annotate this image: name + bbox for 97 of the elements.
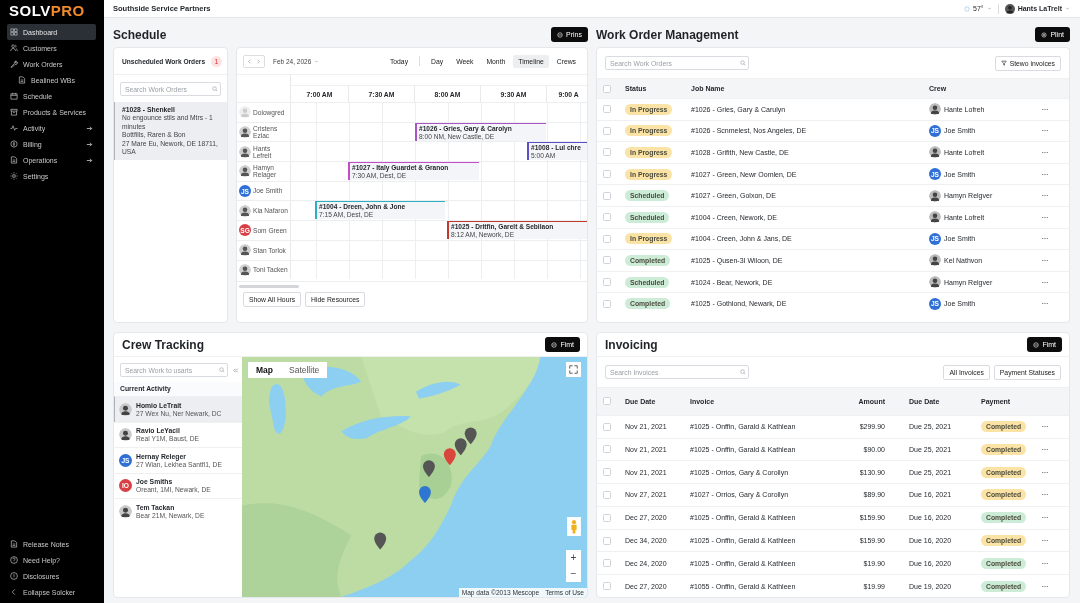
checkbox[interactable] (603, 490, 611, 499)
checkbox[interactable] (603, 191, 611, 200)
checkbox[interactable] (603, 213, 611, 222)
section-title: Crew Tracking (122, 337, 205, 352)
chevron-icon (10, 588, 18, 596)
avatar-icon (239, 204, 251, 217)
coin-icon (10, 140, 18, 148)
avatar-icon (929, 146, 941, 159)
help-icon (10, 556, 18, 564)
search-icon (740, 60, 746, 66)
avatar-icon (929, 276, 941, 289)
document-icon (18, 76, 26, 84)
avatar-icon (239, 145, 251, 158)
checkbox[interactable] (603, 422, 611, 431)
info-icon (10, 572, 18, 580)
user-avatar-icon[interactable] (1004, 3, 1015, 14)
fullscreen-icon[interactable] (566, 362, 581, 377)
avatar-icon (239, 106, 251, 119)
arrow-icon (86, 124, 93, 132)
print-icon (557, 31, 564, 38)
avatar-icon (929, 254, 941, 267)
collapse-icon[interactable] (232, 366, 239, 374)
pulse-icon (10, 124, 18, 132)
caret-icon (314, 58, 320, 64)
checkbox[interactable] (603, 397, 611, 406)
avatar-icon (929, 189, 941, 202)
print-icon (551, 341, 558, 348)
section-title: Invoicing (605, 337, 658, 352)
calendar-icon (10, 92, 18, 100)
document-icon (10, 540, 18, 548)
arrow-icon (86, 140, 93, 148)
more-icon[interactable] (1041, 172, 1049, 176)
previous-icon[interactable] (246, 57, 253, 65)
date-nav[interactable] (243, 54, 265, 68)
more-icon[interactable] (1041, 151, 1049, 154)
grid-icon (10, 28, 18, 36)
checkbox[interactable] (603, 84, 611, 93)
more-icon[interactable] (1041, 493, 1049, 497)
more-icon[interactable] (1041, 516, 1049, 520)
section-title: Work Order Management (596, 27, 739, 42)
more-icon[interactable] (1041, 215, 1049, 219)
avatar-icon (119, 428, 132, 442)
avatar-icon (119, 504, 132, 518)
people-icon (10, 44, 18, 52)
checkbox[interactable] (603, 582, 611, 591)
more-icon[interactable] (1041, 470, 1049, 474)
checkbox[interactable] (603, 536, 611, 545)
checkbox[interactable] (603, 148, 611, 157)
avatar-icon (239, 244, 251, 257)
avatar-icon (929, 103, 941, 116)
checkbox[interactable] (603, 126, 611, 135)
search-icon (219, 367, 225, 373)
wrench-icon (10, 60, 18, 68)
more-icon[interactable] (1041, 302, 1049, 306)
checkbox[interactable] (603, 256, 611, 265)
avatar-icon (929, 211, 941, 224)
more-icon[interactable] (1041, 425, 1049, 429)
avatar-icon (239, 126, 251, 139)
more-icon[interactable] (1041, 107, 1049, 111)
avatar-icon (119, 402, 132, 416)
caret-icon (1065, 6, 1070, 11)
more-icon[interactable] (1041, 539, 1049, 543)
document-icon (10, 156, 18, 164)
checkbox[interactable] (603, 105, 611, 114)
settings-icon (1041, 31, 1048, 38)
search-icon (740, 369, 746, 375)
settings-icon (10, 172, 18, 180)
person-icon[interactable] (567, 517, 581, 536)
checkbox[interactable] (603, 299, 611, 308)
more-icon[interactable] (1041, 280, 1049, 284)
more-icon[interactable] (1041, 129, 1049, 133)
caret-icon (986, 6, 992, 11)
scrollbar-thumb[interactable] (239, 285, 299, 289)
avatar-icon (239, 263, 251, 276)
more-icon[interactable] (1041, 584, 1049, 588)
more-icon[interactable] (1041, 258, 1049, 262)
checkbox[interactable] (603, 170, 611, 179)
logo: SOLVPRO (8, 2, 86, 21)
checkbox[interactable] (603, 468, 611, 477)
arrow-icon (86, 156, 93, 164)
checkbox[interactable] (603, 234, 611, 243)
checkbox[interactable] (603, 445, 611, 454)
more-icon[interactable] (1041, 447, 1049, 451)
section-title: Schedule (113, 27, 167, 42)
checkbox[interactable] (603, 559, 611, 568)
avatar-icon (239, 165, 251, 178)
more-icon[interactable] (1041, 237, 1049, 241)
checkbox[interactable] (603, 513, 611, 522)
weather-icon (964, 5, 971, 12)
box-icon (10, 108, 18, 116)
filter-icon (1000, 60, 1007, 66)
search-icon (212, 86, 218, 92)
checkbox[interactable] (603, 278, 611, 287)
more-icon[interactable] (1041, 561, 1049, 565)
print-icon (1033, 341, 1040, 348)
more-icon[interactable] (1041, 194, 1049, 198)
next-icon[interactable] (255, 57, 262, 65)
